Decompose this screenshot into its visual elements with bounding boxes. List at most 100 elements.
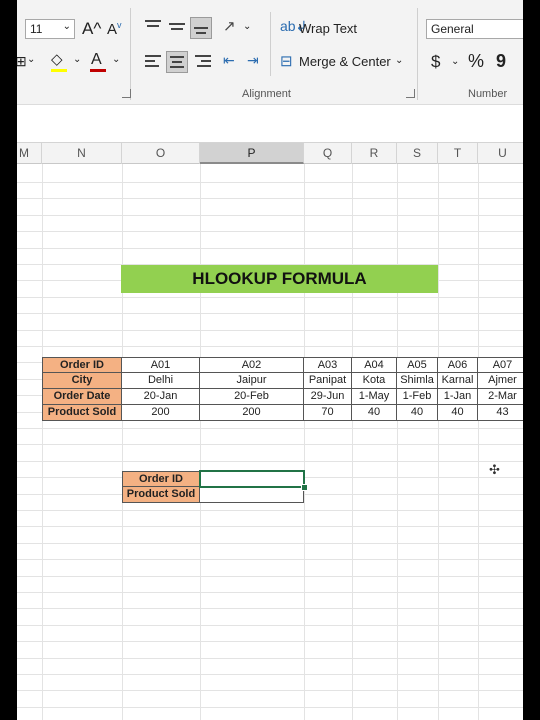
grid-hline (17, 198, 523, 199)
table-cell[interactable]: Shimla (397, 373, 438, 389)
table-cell[interactable]: A06 (438, 357, 478, 373)
table-cell[interactable]: 70 (304, 405, 352, 421)
align-bottom-button[interactable] (190, 17, 212, 39)
align-right-icon[interactable] (195, 55, 211, 69)
grow-font-button[interactable]: A^ (82, 19, 101, 39)
table-cell[interactable]: 200 (122, 405, 200, 421)
table-cell[interactable]: A07 (478, 357, 523, 373)
table-cell[interactable]: 40 (438, 405, 478, 421)
grid-hline (17, 182, 523, 183)
currency-button[interactable]: $ (431, 52, 440, 72)
number-format-value: General (431, 22, 474, 36)
lookup-label-cell[interactable]: Product Sold (122, 487, 200, 503)
chevron-down-icon[interactable]: ⌄ (243, 21, 251, 32)
sheet-title[interactable]: HLOOKUP FORMULA (121, 265, 438, 293)
font-color-button[interactable]: A (91, 51, 102, 69)
percent-button[interactable]: % (468, 51, 484, 72)
active-cell[interactable] (199, 470, 305, 488)
chevron-down-icon[interactable]: ⌄ (395, 55, 403, 66)
grid-hline (17, 297, 523, 298)
column-header-u[interactable]: U (478, 143, 523, 164)
row-header-cell[interactable]: City (42, 373, 122, 389)
dialog-launcher-icon[interactable] (406, 89, 415, 98)
table-cell[interactable]: 40 (397, 405, 438, 421)
chevron-down-icon[interactable]: ⌄ (73, 54, 81, 65)
table-cell[interactable]: Kota (352, 373, 397, 389)
grid-hline (17, 248, 523, 249)
table-cell[interactable]: 1-May (352, 389, 397, 405)
table-cell[interactable]: Ajmer (478, 373, 523, 389)
column-header-q[interactable]: Q (304, 143, 352, 164)
table-cell[interactable]: 200 (200, 405, 304, 421)
table-cell[interactable]: A05 (397, 357, 438, 373)
wrap-text-button[interactable]: Wrap Text (299, 21, 357, 36)
align-top-icon[interactable] (145, 20, 161, 32)
table-cell[interactable]: Panipat (304, 373, 352, 389)
align-left-icon[interactable] (145, 55, 161, 69)
group-separator (130, 8, 131, 100)
column-header-o[interactable]: O (122, 143, 200, 164)
table-cell[interactable]: A03 (304, 357, 352, 373)
alignment-group-label: Alignment (242, 88, 291, 100)
comma-style-button[interactable]: 9 (496, 51, 506, 72)
grid-hline (17, 526, 523, 527)
number-format-combo[interactable]: General (426, 19, 523, 39)
table-cell[interactable]: A01 (122, 357, 200, 373)
row-header-cell[interactable]: Order ID (42, 357, 122, 373)
table-cell[interactable]: 40 (352, 405, 397, 421)
column-header-r[interactable]: R (352, 143, 397, 164)
font-size-combo[interactable]: 11 ⌄ (25, 19, 75, 39)
worksheet-grid[interactable]: HLOOKUP FORMULA Order ID A01 A02 A03 A04 A05 A… (17, 164, 523, 720)
shrink-font-label: A (107, 21, 118, 38)
grid-hline (17, 674, 523, 675)
row-header-cell[interactable]: Product Sold (42, 405, 122, 421)
column-header-m[interactable]: M (17, 143, 42, 164)
table-cell[interactable]: 20-Feb (200, 389, 304, 405)
grid-hline (17, 625, 523, 626)
chevron-down-icon[interactable]: ⌄ (451, 56, 459, 67)
table-cell[interactable]: 1-Feb (397, 389, 438, 405)
align-middle-icon[interactable] (169, 20, 185, 32)
increase-indent-icon[interactable]: ⇥ (247, 52, 259, 69)
grid-hline (17, 641, 523, 642)
table-cell[interactable]: Delhi (122, 373, 200, 389)
lookup-label-cell[interactable]: Order ID (122, 471, 200, 487)
merge-center-button[interactable]: Merge & Center (299, 54, 391, 69)
dialog-launcher-icon[interactable] (122, 89, 131, 98)
table-cell[interactable]: Jaipur (200, 373, 304, 389)
table-cell[interactable]: A02 (200, 357, 304, 373)
fill-color-icon[interactable]: ◇ (51, 50, 63, 68)
grid-hline (17, 543, 523, 544)
font-color-swatch (90, 69, 106, 72)
group-separator (270, 12, 271, 76)
formula-bar-area (17, 105, 523, 142)
column-header-p[interactable]: P (200, 143, 304, 164)
decrease-indent-icon[interactable]: ⇤ (223, 52, 235, 69)
shrink-font-button[interactable]: Av (107, 20, 122, 38)
merge-center-icon[interactable]: ⊟ (280, 52, 293, 70)
grid-hline (17, 231, 523, 232)
grid-hline (17, 592, 523, 593)
align-center-button[interactable] (166, 51, 188, 73)
cell-cursor-icon: ✣ (489, 462, 500, 477)
lookup-value-cell[interactable] (200, 487, 304, 503)
grid-hline (17, 707, 523, 708)
table-cell[interactable]: 2-Mar (478, 389, 523, 405)
table-cell[interactable]: Karnal (438, 373, 478, 389)
table-cell[interactable]: 1-Jan (438, 389, 478, 405)
table-cell[interactable]: 29-Jun (304, 389, 352, 405)
table-cell[interactable]: 20-Jan (122, 389, 200, 405)
borders-icon[interactable]: ⊞ (17, 53, 27, 70)
grid-hline (17, 215, 523, 216)
fill-handle[interactable] (301, 484, 308, 491)
table-cell[interactable]: 43 (478, 405, 523, 421)
chevron-down-icon[interactable]: ⌄ (27, 54, 35, 65)
table-cell[interactable]: A04 (352, 357, 397, 373)
column-header-n[interactable]: N (42, 143, 122, 164)
column-header-s[interactable]: S (397, 143, 438, 164)
row-header-cell[interactable]: Order Date (42, 389, 122, 405)
orientation-icon[interactable]: ↗ (223, 17, 236, 35)
column-header-t[interactable]: T (438, 143, 478, 164)
chevron-down-icon[interactable]: ⌄ (112, 54, 120, 65)
grid-hline (17, 559, 523, 560)
